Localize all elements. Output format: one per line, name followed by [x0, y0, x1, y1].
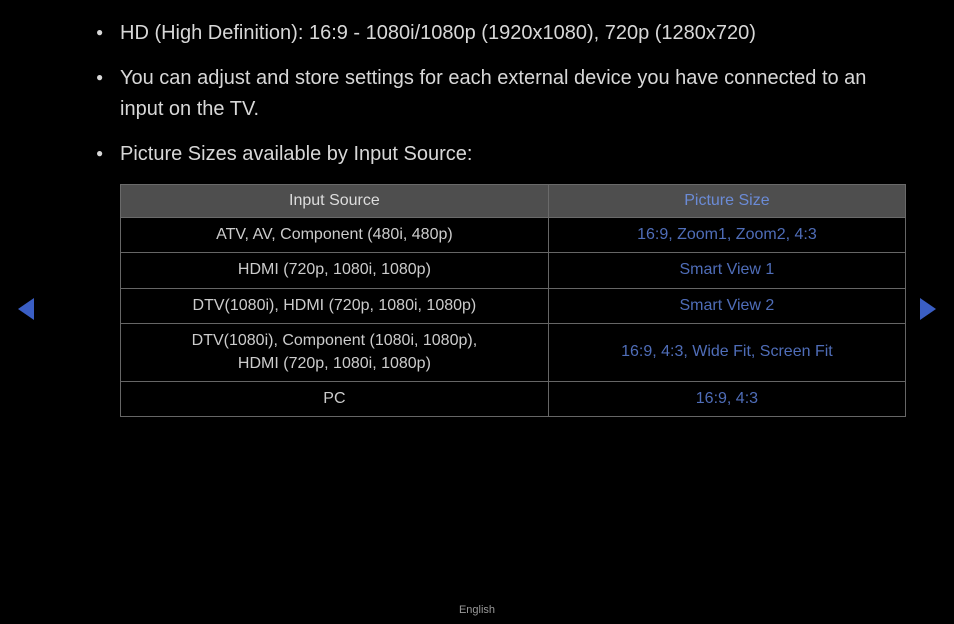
- table-row: DTV(1080i), HDMI (720p, 1080i, 1080p) Sm…: [121, 288, 906, 323]
- prev-page-arrow-icon[interactable]: [18, 298, 34, 320]
- cell-source: DTV(1080i), Component (1080i, 1080p),HDM…: [121, 324, 549, 382]
- table-row: DTV(1080i), Component (1080i, 1080p),HDM…: [121, 324, 906, 382]
- header-input-source: Input Source: [121, 185, 549, 218]
- bullet-list: HD (High Definition): 16:9 - 1080i/1080p…: [52, 18, 902, 170]
- cell-size: Smart View 1: [548, 253, 905, 288]
- cell-source: HDMI (720p, 1080i, 1080p): [121, 253, 549, 288]
- table-row: HDMI (720p, 1080i, 1080p) Smart View 1: [121, 253, 906, 288]
- picture-size-table: Input Source Picture Size ATV, AV, Compo…: [120, 184, 906, 417]
- cell-size: 16:9, 4:3, Wide Fit, Screen Fit: [548, 324, 905, 382]
- cell-source: DTV(1080i), HDMI (720p, 1080i, 1080p): [121, 288, 549, 323]
- cell-source: PC: [121, 381, 549, 416]
- bullet-item: You can adjust and store settings for ea…: [100, 63, 902, 125]
- cell-size: 16:9, 4:3: [548, 381, 905, 416]
- picture-size-table-wrap: Input Source Picture Size ATV, AV, Compo…: [120, 184, 906, 417]
- bullet-item: HD (High Definition): 16:9 - 1080i/1080p…: [100, 18, 902, 49]
- header-picture-size: Picture Size: [548, 185, 905, 218]
- table-header-row: Input Source Picture Size: [121, 185, 906, 218]
- table-row: PC 16:9, 4:3: [121, 381, 906, 416]
- next-page-arrow-icon[interactable]: [920, 298, 936, 320]
- page-content: HD (High Definition): 16:9 - 1080i/1080p…: [0, 0, 954, 417]
- cell-size: Smart View 2: [548, 288, 905, 323]
- cell-source: ATV, AV, Component (480i, 480p): [121, 218, 549, 253]
- bullet-item: Picture Sizes available by Input Source:: [100, 139, 902, 170]
- footer-language: English: [0, 604, 954, 616]
- table-row: ATV, AV, Component (480i, 480p) 16:9, Zo…: [121, 218, 906, 253]
- cell-size: 16:9, Zoom1, Zoom2, 4:3: [548, 218, 905, 253]
